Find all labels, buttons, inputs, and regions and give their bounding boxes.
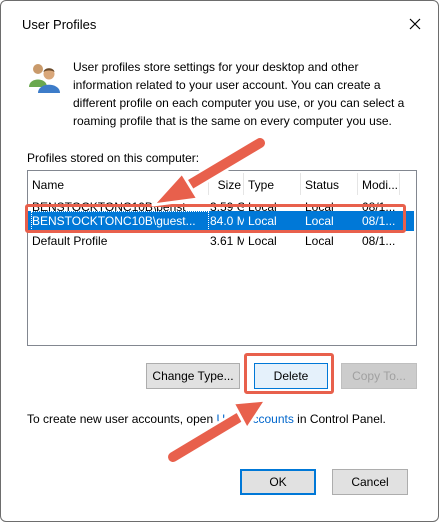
description-text: User profiles store settings for your de… [73,60,405,128]
row-modified: 08/1... [362,214,396,228]
title-bar: User Profiles [1,1,438,47]
footer-text: To create new user accounts, open User A… [27,412,386,426]
cancel-button[interactable]: Cancel [332,469,408,495]
users-icon [29,64,60,93]
column-header-modified[interactable]: Modi... [360,173,400,195]
ok-button[interactable]: OK [240,469,316,495]
profiles-list[interactable]: Name Size Type Status Modi... BENSTOCKTO… [27,170,417,346]
row-name: Default Profile [32,234,108,248]
footer-suffix: in Control Panel. [293,412,386,426]
close-icon [409,18,421,30]
row-type: Local [248,234,277,248]
delete-button[interactable]: Delete [254,363,328,389]
footer-prefix: To create new user accounts, open [27,412,217,426]
user-accounts-link[interactable]: User Accounts [216,412,293,426]
list-row-guest[interactable]: BENSTOCKTONC10B\guest... 84.0 MB Local L… [28,211,414,231]
column-header-name[interactable]: Name [31,173,209,195]
list-row-default[interactable]: Default Profile 3.61 MB Local Local 08/1… [28,231,414,251]
row-size: 84.0 MB [210,214,244,228]
user-profiles-dialog: User Profiles User profiles store settin… [0,0,439,522]
row-size: 3.61 MB [210,234,244,248]
row-status: Local [305,234,334,248]
row-name: BENSTOCKTONC10B\guest... [31,211,209,231]
list-header: Name Size Type Status Modi... [28,173,414,197]
row-type: Local [248,214,277,228]
annotation-arrow-up [165,398,268,465]
column-header-size[interactable]: Size [210,173,244,195]
column-header-status[interactable]: Status [303,173,358,195]
change-type-button[interactable]: Change Type... [146,363,240,389]
row-status: Local [305,214,334,228]
copy-to-button: Copy To... [341,363,417,389]
profiles-label: Profiles stored on this computer: [27,151,200,165]
window-title: User Profiles [22,17,97,32]
close-button[interactable] [398,7,432,41]
column-header-type[interactable]: Type [246,173,301,195]
row-modified: 08/1... [362,234,396,248]
